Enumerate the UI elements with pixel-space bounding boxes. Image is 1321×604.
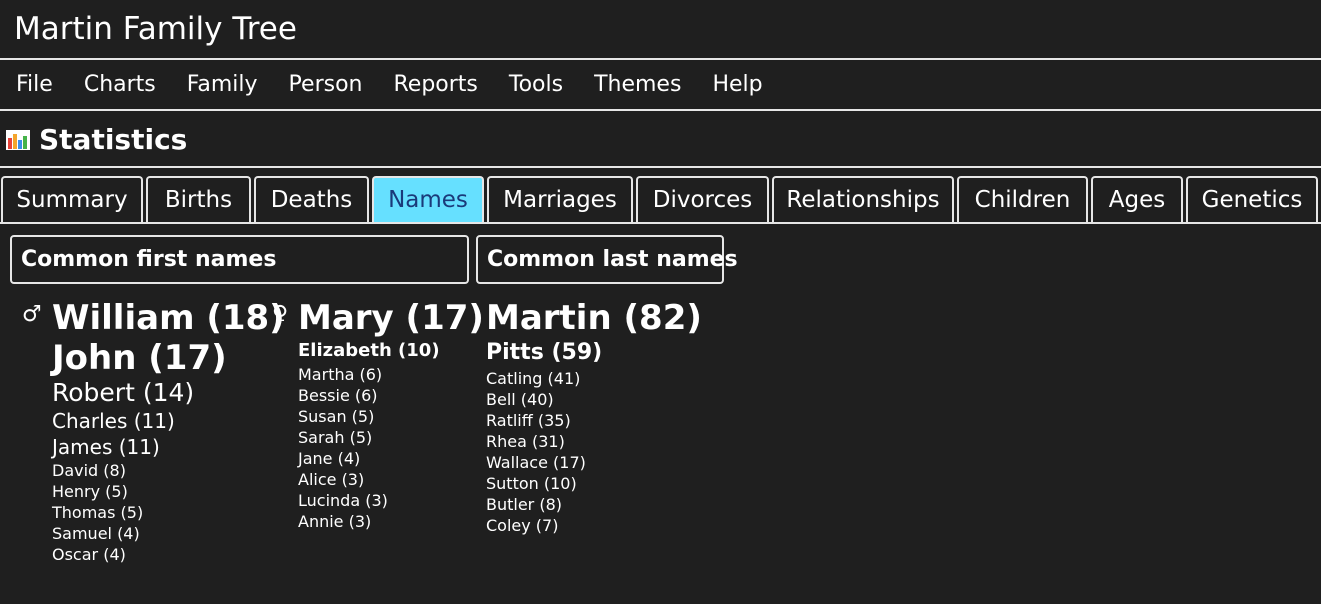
list-item: Susan (5): [298, 407, 375, 426]
list-item: Coley (7): [486, 516, 559, 535]
last-names-list: Martin (82) Pitts (59) Catling (41) Bell…: [486, 298, 702, 536]
list-item: Lucinda (3): [298, 491, 388, 510]
male-icon: ♂: [22, 302, 42, 327]
menu-family[interactable]: Family: [187, 72, 258, 97]
list-item: Rhea (31): [486, 432, 565, 451]
menu-file[interactable]: File: [16, 72, 53, 97]
list-item: Martin (82): [486, 298, 702, 338]
list-item: James (11): [52, 435, 160, 459]
list-item: Bessie (6): [298, 386, 378, 405]
list-item: Pitts (59): [486, 340, 603, 365]
page-title: Statistics: [39, 123, 188, 156]
list-item: Samuel (4): [52, 524, 140, 543]
tab-ages[interactable]: Ages: [1091, 176, 1183, 222]
tab-names[interactable]: Names: [372, 176, 484, 222]
menu-reports[interactable]: Reports: [393, 72, 477, 97]
list-item: David (8): [52, 461, 126, 480]
list-item: Alice (3): [298, 470, 365, 489]
bar-chart-icon: [6, 129, 30, 150]
female-icon: ♀: [272, 302, 289, 327]
tab-divorces[interactable]: Divorces: [636, 176, 769, 222]
list-item: Butler (8): [486, 495, 563, 514]
menu-help[interactable]: Help: [712, 72, 762, 97]
menu-person[interactable]: Person: [289, 72, 363, 97]
section-header: Statistics: [0, 113, 1321, 168]
list-item: Sutton (10): [486, 474, 577, 493]
menu-charts[interactable]: Charts: [84, 72, 156, 97]
list-item: Sarah (5): [298, 428, 373, 447]
list-item: Martha (6): [298, 365, 383, 384]
list-item: Henry (5): [52, 482, 128, 501]
list-item: Oscar (4): [52, 545, 126, 564]
tab-summary[interactable]: Summary: [1, 176, 143, 222]
list-item: Ratliff (35): [486, 411, 571, 430]
male-first-names-list: William (18) John (17) Robert (14) Charl…: [52, 298, 285, 565]
female-first-names-list: Mary (17) Elizabeth (10) Martha (6) Bess…: [298, 298, 484, 532]
tab-deaths[interactable]: Deaths: [254, 176, 369, 222]
menu-themes[interactable]: Themes: [594, 72, 681, 97]
list-item: Mary (17): [298, 298, 484, 338]
list-item: Annie (3): [298, 512, 372, 531]
list-item: Catling (41): [486, 369, 581, 388]
tab-marriages[interactable]: Marriages: [487, 176, 633, 222]
last-names-header: Common last names: [476, 235, 738, 284]
list-item: William (18): [52, 298, 285, 338]
list-item: Wallace (17): [486, 453, 586, 472]
app-title: Martin Family Tree: [0, 0, 1321, 60]
tab-children[interactable]: Children: [957, 176, 1088, 222]
list-item: John (17): [52, 338, 227, 378]
tab-genetics[interactable]: Genetics: [1186, 176, 1318, 222]
tab-births[interactable]: Births: [146, 176, 251, 222]
menu-tools[interactable]: Tools: [509, 72, 563, 97]
tab-relationships[interactable]: Relationships: [772, 176, 954, 222]
tab-bar: Summary Births Deaths Names Marriages Di…: [0, 176, 1321, 224]
list-item: Jane (4): [298, 449, 361, 468]
list-item: Charles (11): [52, 409, 175, 433]
list-item: Thomas (5): [52, 503, 144, 522]
menu-bar: File Charts Family Person Reports Tools …: [0, 60, 1321, 111]
list-item: Robert (14): [52, 378, 195, 407]
list-item: Bell (40): [486, 390, 554, 409]
list-item: Elizabeth (10): [298, 340, 440, 361]
first-names-header: Common first names: [10, 235, 469, 284]
